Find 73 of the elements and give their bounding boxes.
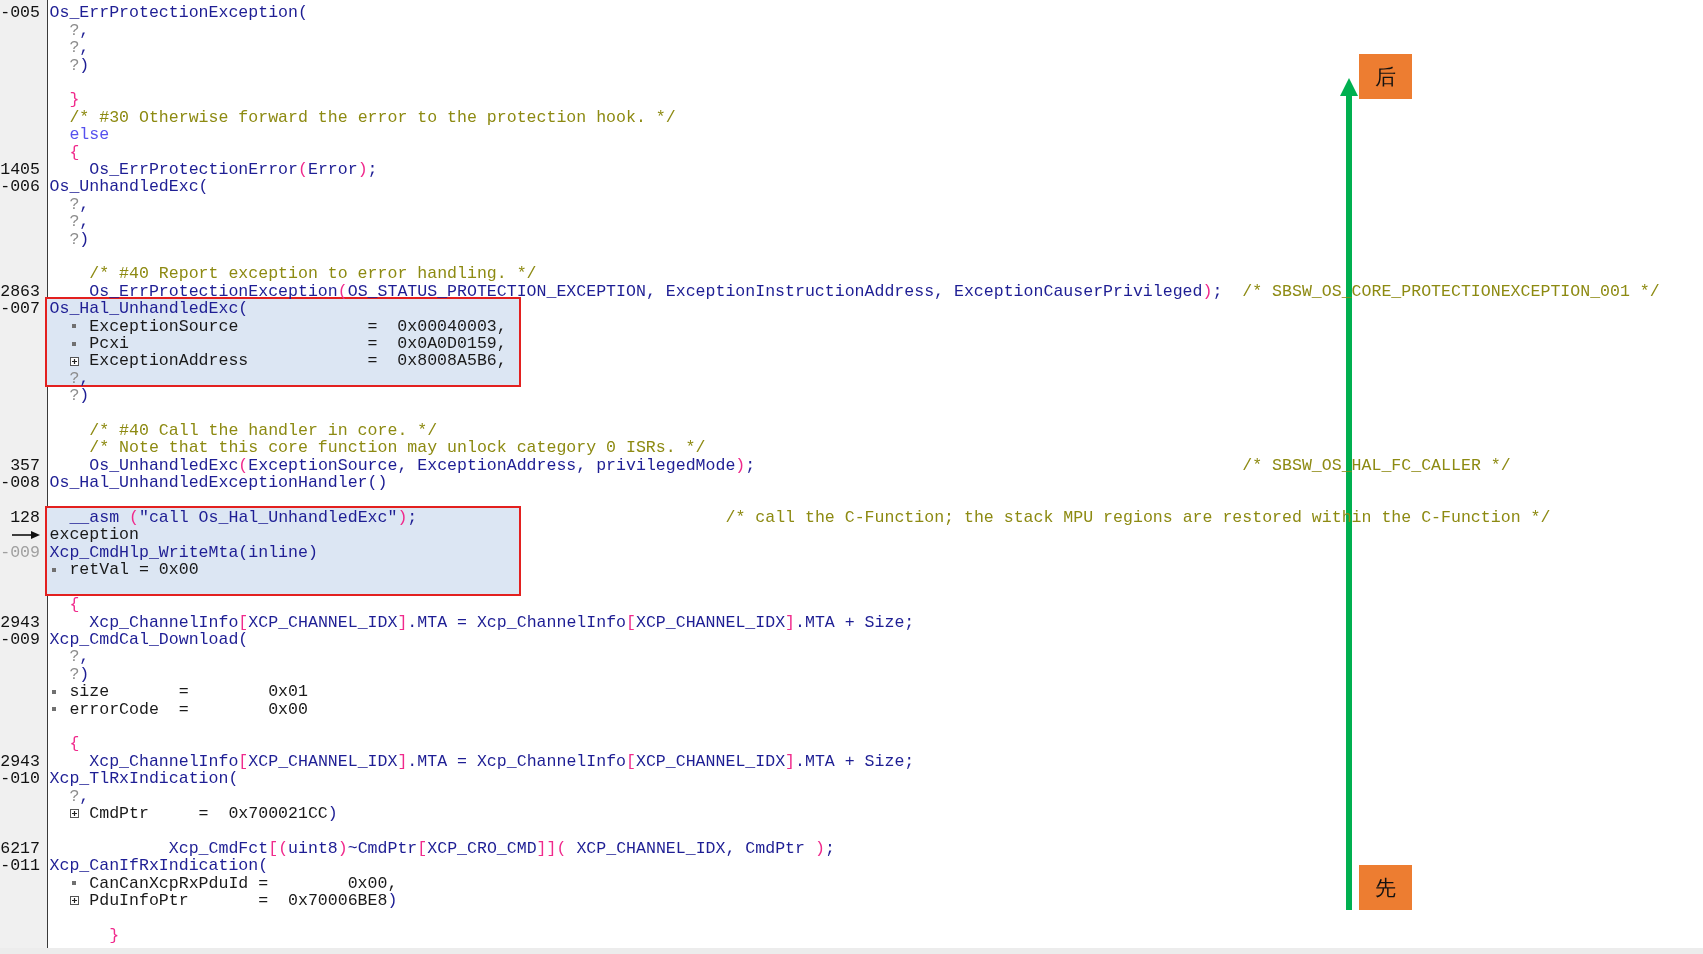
line-number: -011 [0,857,40,875]
source-line: { [69,143,80,161]
bullet-icon [52,568,57,572]
expand-icon[interactable] [69,356,79,366]
local-variable: size = 0x01 [69,683,308,701]
argument-value: CmdPtr = 0x700021CC) [89,805,338,823]
bullet-icon [72,324,77,329]
argument-value: ?, [69,369,90,388]
argument-value: Pcxi = 0x0A0D0159, [89,335,507,353]
line-number: -009 [0,543,40,562]
argument-value: ?) [69,230,90,248]
line-number: -005 [0,4,40,22]
line-number: 2943 [0,752,40,771]
argument-value: PduInfoPtr = 0x70006BE8) [89,892,398,910]
source-line: else [69,126,110,144]
source-line: __asm ("call Os_Hal_UnhandledExc"); [69,509,418,527]
call-stack-frame[interactable]: Os_Hal_UnhandledExceptionHandler() [49,474,388,492]
expand-icon[interactable] [69,896,79,906]
argument-value: ExceptionAddress = 0x8008A5B6, [89,352,507,370]
order-tag: 后 [1359,54,1412,99]
line-number: -010 [0,770,40,788]
code-comment: /* #40 Report exception to error handling. */ [89,265,537,283]
source-line: Xcp_ChannelInfo[XCP_CHANNEL_IDX].MTA = Xcp_ChannelInfo[XCP_CHANNEL_IDX].MTA + Size; [89,752,915,771]
call-stack-frame[interactable]: Os_UnhandledExc( [49,178,209,196]
bullet-icon [52,689,57,694]
local-variable: errorCode = 0x00 [69,700,308,718]
code-comment: /* Note that this core function may unlock category 0 ISRs. */ [89,439,706,457]
argument-value: ?) [69,665,90,684]
source-line: Xcp_CmdFct[(uint8)~CmdPtr[XCP_CRO_CMD]]( XCP_CHANNEL_IDX, CmdPtr ); [168,839,835,858]
source-line: } [109,926,120,945]
line-number: -009 [0,630,40,649]
line-number: 357 [10,456,40,475]
call-stack-frame[interactable]: Xcp_CanIfRxIndication( [49,857,269,875]
line-number: -006 [0,178,40,196]
bullet-icon [52,707,57,712]
argument-value: ?, [69,213,90,231]
scrollbar-track[interactable] [0,948,1703,954]
source-line: Os_ErrProtectionException(OS_STATUS_PROTECTION_EXCEPTION, ExceptionInstructionAddress, ExceptionCauserPrivileged); [89,282,1223,301]
argument-value: ?, [69,21,90,40]
source-line: { [69,735,80,753]
source-line: } [69,91,80,109]
argument-value: ?) [69,56,90,74]
order-tag: 先 [1359,865,1412,910]
call-stack-frame[interactable]: Os_Hal_UnhandledExc( [49,300,249,318]
call-stack-frame[interactable]: Xcp_CmdCal_Download( [49,630,249,649]
argument-value: ?, [69,648,90,666]
argument-value: ?) [69,387,90,405]
source-line: Xcp_ChannelInfo[XCP_CHANNEL_IDX].MTA = Xcp_ChannelInfo[XCP_CHANNEL_IDX].MTA + Size; [89,613,915,631]
line-number: -008 [0,474,40,492]
local-variable: retVal = 0x00 [69,561,199,579]
argument-value: CanCanXcpRxPduId = 0x00, [89,874,398,892]
line-number: 128 [10,509,40,527]
bullet-icon [72,881,77,886]
line-number: 2943 [0,613,40,631]
argument-value: ?, [69,787,90,805]
line-number: 1405 [0,160,40,179]
line-number: -007 [0,300,40,318]
code-comment: /* #40 Call the handler in core. */ [89,422,438,440]
line-number: 2863 [0,282,40,301]
code-comment: /* #30 Otherwise forward the error to the protection hook. */ [69,108,676,127]
source-line: Os_ErrProtectionError(Error); [89,160,378,179]
bullet-icon [72,341,77,346]
argument-value: ?, [69,39,90,57]
call-stack-frame[interactable]: exception [49,526,139,544]
call-stack-frame[interactable]: Xcp_TlRxIndication( [49,770,239,788]
call-stack-frame[interactable]: Os_ErrProtectionException( [49,4,308,22]
argument-value: ExceptionSource = 0x00040003, [89,317,507,335]
source-line: Os_UnhandledExc(ExceptionSource, ExceptionAddress, privilegedMode); [89,456,756,475]
expand-icon[interactable] [69,809,79,819]
line-number: 6217 [0,839,40,858]
source-line: { [69,596,80,614]
argument-value: ?, [69,195,90,214]
call-stack-frame[interactable]: Xcp_CmdHlp_WriteMta(inline) [49,543,318,562]
